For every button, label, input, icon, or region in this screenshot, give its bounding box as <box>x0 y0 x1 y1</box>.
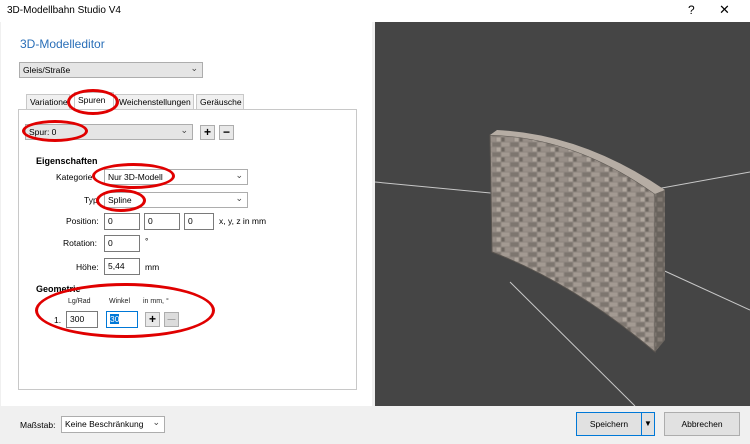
annotation-ellipse-spur <box>22 120 88 142</box>
footer-bar: Maßstab: Keine Beschränkung ⌄ Speichern … <box>0 406 750 444</box>
position-x-input[interactable]: 0 <box>104 213 140 230</box>
help-icon[interactable]: ? <box>688 3 695 17</box>
position-y-input[interactable]: 0 <box>144 213 180 230</box>
chevron-down-icon: ⌄ <box>235 170 243 180</box>
kategorie-label: Kategorie <box>56 172 93 182</box>
hoehe-unit: mm <box>145 262 160 272</box>
position-unit: x, y, z in mm <box>219 216 267 226</box>
wall-front-face <box>489 134 656 354</box>
tab-label: Geräusche <box>200 97 242 107</box>
annotation-ellipse-kategorie <box>92 163 175 189</box>
tab-label: Variationen <box>30 97 70 107</box>
chevron-down-icon: ⌄ <box>180 125 188 135</box>
add-spur-button[interactable]: + <box>200 125 215 140</box>
annotation-ellipse-tab <box>67 89 119 115</box>
eigenschaften-heading: Eigenschaften <box>36 156 98 166</box>
3d-scene <box>374 130 750 407</box>
remove-spur-button[interactable]: − <box>219 125 234 140</box>
caret-down-icon: ▼ <box>644 419 652 428</box>
hoehe-label: Höhe: <box>76 262 99 272</box>
chevron-down-icon: ⌄ <box>190 63 198 73</box>
massstab-label: Maßstab: <box>20 420 56 430</box>
3d-viewport[interactable] <box>374 22 750 407</box>
window-title: 3D-Modellbahn Studio V4 <box>7 5 121 16</box>
chevron-down-icon: ⌄ <box>152 417 160 427</box>
position-label: Position: <box>66 216 99 226</box>
save-dropdown-button[interactable]: ▼ <box>641 412 655 436</box>
rotation-input[interactable]: 0 <box>104 235 140 252</box>
rotation-label: Rotation: <box>63 238 98 248</box>
massstab-select[interactable]: Keine Beschränkung ⌄ <box>61 416 165 433</box>
chevron-down-icon: ⌄ <box>235 193 243 203</box>
tab-label: Weichenstellungen <box>119 97 191 107</box>
annotation-ellipse-geometrie <box>35 283 215 338</box>
tab-variationen[interactable]: Variationen <box>26 94 70 109</box>
model-type-select[interactable]: Gleis/Straße ⌄ <box>19 62 203 78</box>
position-z-input[interactable]: 0 <box>184 213 214 230</box>
hoehe-input[interactable]: 5,44 <box>104 258 140 275</box>
page-title: 3D-Modelleditor <box>20 37 105 51</box>
close-icon[interactable]: ✕ <box>719 2 730 18</box>
massstab-value: Keine Beschränkung <box>65 419 144 429</box>
rotation-unit: ° <box>145 236 149 246</box>
save-button[interactable]: Speichern <box>576 412 642 436</box>
tab-geraeusche[interactable]: Geräusche <box>196 94 244 109</box>
cancel-button[interactable]: Abbrechen <box>664 412 740 436</box>
spuren-panel <box>18 109 357 390</box>
model-type-value: Gleis/Straße <box>23 65 71 75</box>
annotation-ellipse-typ <box>96 189 146 212</box>
title-bar: 3D-Modellbahn Studio V4 ? ✕ <box>0 0 750 22</box>
tab-weichenstellungen[interactable]: Weichenstellungen <box>115 94 194 109</box>
wall-end-face <box>655 190 665 352</box>
